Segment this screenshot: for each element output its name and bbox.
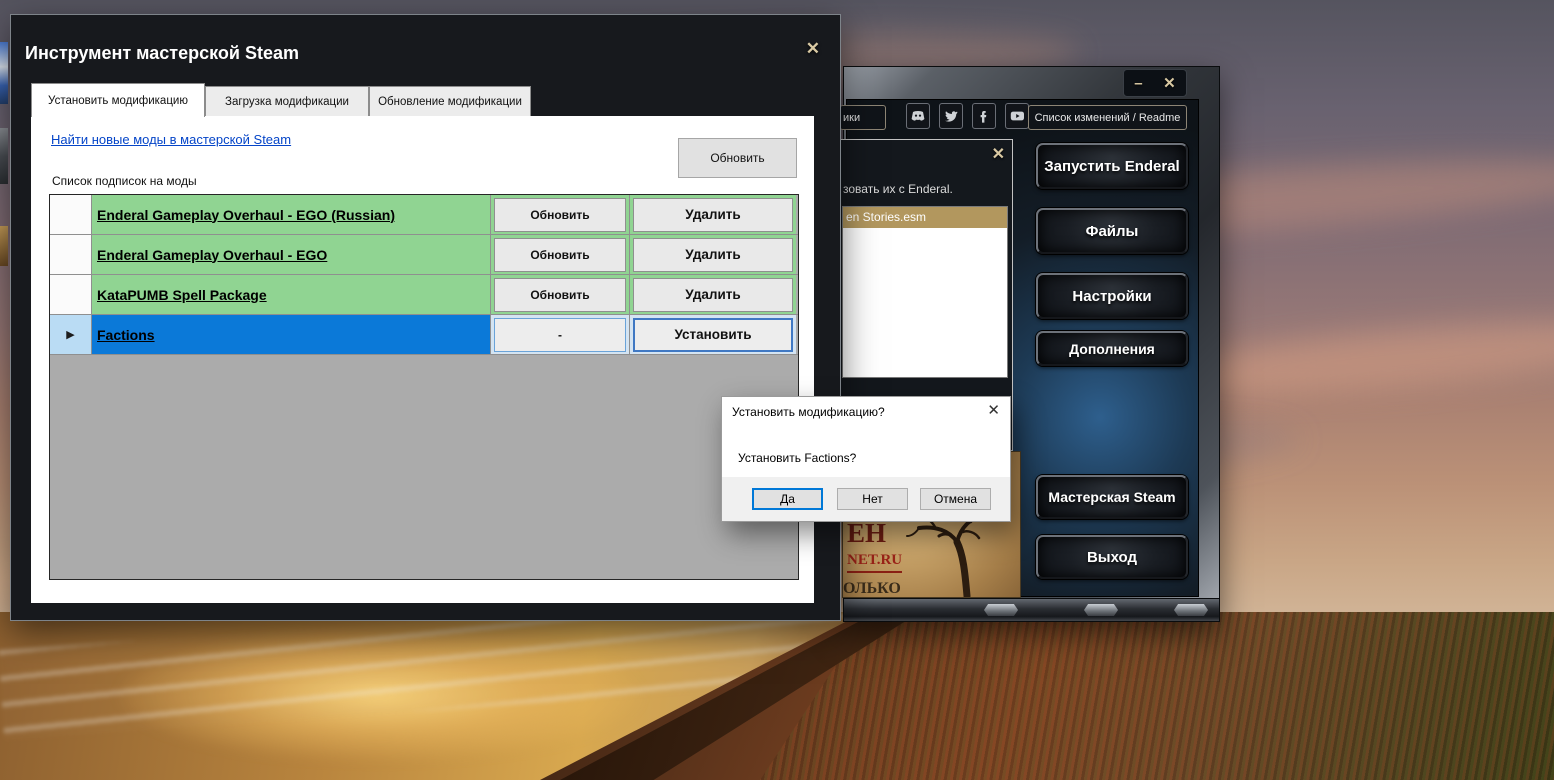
steam-workshop-button[interactable]: Мастерская Steam <box>1036 475 1188 519</box>
row-selector-icon: ▶ <box>66 328 74 341</box>
dialog-title: Установить модификацию? <box>732 405 885 419</box>
plugin-listbox[interactable]: en Stories.esm <box>842 206 1008 378</box>
desktop-icon-sliver <box>0 226 8 266</box>
close-icon[interactable]: ✕ <box>992 144 1005 164</box>
plugin-list-item[interactable]: en Stories.esm <box>843 207 1007 228</box>
mod-name-link[interactable]: Factions <box>97 327 155 343</box>
close-icon[interactable]: ✕ <box>806 39 820 59</box>
row-header-cell[interactable]: ▶ <box>50 315 92 354</box>
table-row-selected[interactable]: ▶ Factions - Установить <box>50 315 798 355</box>
desktop-icon-sliver <box>0 42 8 104</box>
rivet-ornament <box>1084 604 1118 616</box>
files-button[interactable]: Файлы <box>1036 208 1188 254</box>
launcher-bottom-frame <box>844 598 1219 621</box>
minimize-icon[interactable]: – <box>1134 76 1142 91</box>
cancel-button[interactable]: Отмена <box>920 488 991 510</box>
launch-enderal-button[interactable]: Запустить Enderal <box>1036 143 1188 189</box>
exit-button[interactable]: Выход <box>1036 535 1188 579</box>
install-confirm-dialog: Установить модификацию? ✕ Установить Fac… <box>721 396 1011 522</box>
youtube-icon[interactable] <box>1005 103 1029 129</box>
rivet-ornament <box>1174 604 1208 616</box>
close-icon[interactable]: ✕ <box>987 401 1000 419</box>
table-row[interactable]: Enderal Gameplay Overhaul - EGO (Russian… <box>50 195 798 235</box>
delete-mod-button[interactable]: Удалить <box>633 198 793 232</box>
twitter-icon[interactable] <box>939 103 963 129</box>
settings-button[interactable]: Настройки <box>1036 273 1188 319</box>
delete-mod-button[interactable]: Удалить <box>633 278 793 312</box>
tab-install-mod[interactable]: Установить модификацию <box>31 83 205 117</box>
changelog-readme-button[interactable]: Список изменений / Readme <box>1028 105 1187 130</box>
window-title: Инструмент мастерской Steam <box>25 43 299 64</box>
tab-content-panel: Найти новые моды в мастерской Steam Обно… <box>31 116 814 603</box>
banner-text: NET.RU <box>847 552 902 573</box>
row-header-cell[interactable] <box>50 275 92 314</box>
update-unavailable-button[interactable]: - <box>494 318 626 352</box>
subscriptions-list-label: Список подписок на моды <box>52 174 197 188</box>
discord-icon[interactable] <box>906 103 930 129</box>
mod-name-link[interactable]: Enderal Gameplay Overhaul - EGO (Russian… <box>97 207 395 223</box>
row-header-cell[interactable] <box>50 195 92 234</box>
update-mod-button[interactable]: Обновить <box>494 278 626 312</box>
row-header-cell[interactable] <box>50 235 92 274</box>
table-row[interactable]: Enderal Gameplay Overhaul - EGO Обновить… <box>50 235 798 275</box>
addons-button[interactable]: Дополнения <box>1036 331 1188 366</box>
delete-mod-button[interactable]: Удалить <box>633 238 793 272</box>
tab-update-mod[interactable]: Обновление модификации <box>369 86 531 117</box>
facebook-icon[interactable] <box>972 103 996 129</box>
dialog-footer: Да Нет Отмена <box>722 477 1010 521</box>
install-mod-button[interactable]: Установить <box>633 318 793 352</box>
update-mod-button[interactable]: Обновить <box>494 198 626 232</box>
mod-name-link[interactable]: KataPUMB Spell Package <box>97 287 267 303</box>
yes-button[interactable]: Да <box>752 488 823 510</box>
close-icon[interactable]: ✕ <box>1163 76 1176 91</box>
enderal-launcher-window: – ✕ ики Список изменений / Readme Запуст… <box>843 66 1220 622</box>
wiki-button-partial[interactable]: ики <box>840 105 886 130</box>
banner-text: ОЛЬКО <box>843 580 901 598</box>
mod-name-link[interactable]: Enderal Gameplay Overhaul - EGO <box>97 247 327 263</box>
find-mods-link[interactable]: Найти новые моды в мастерской Steam <box>51 132 291 147</box>
tab-download-mod[interactable]: Загрузка модификации <box>205 86 369 117</box>
mod-subscriptions-table: Enderal Gameplay Overhaul - EGO (Russian… <box>49 194 799 580</box>
desktop-icon-sliver <box>0 128 8 184</box>
addons-hint-text: зовать их с Enderal. <box>843 182 953 196</box>
banner-text: ЕН <box>847 518 886 549</box>
workshop-tool-window: Инструмент мастерской Steam ✕ Установить… <box>10 14 841 621</box>
update-mod-button[interactable]: Обновить <box>494 238 626 272</box>
launcher-window-controls: – ✕ <box>1123 69 1187 97</box>
dialog-message: Установить Factions? <box>738 451 856 465</box>
table-row[interactable]: KataPUMB Spell Package Обновить Удалить <box>50 275 798 315</box>
rivet-ornament <box>984 604 1018 616</box>
refresh-button[interactable]: Обновить <box>678 138 797 178</box>
no-button[interactable]: Нет <box>837 488 908 510</box>
